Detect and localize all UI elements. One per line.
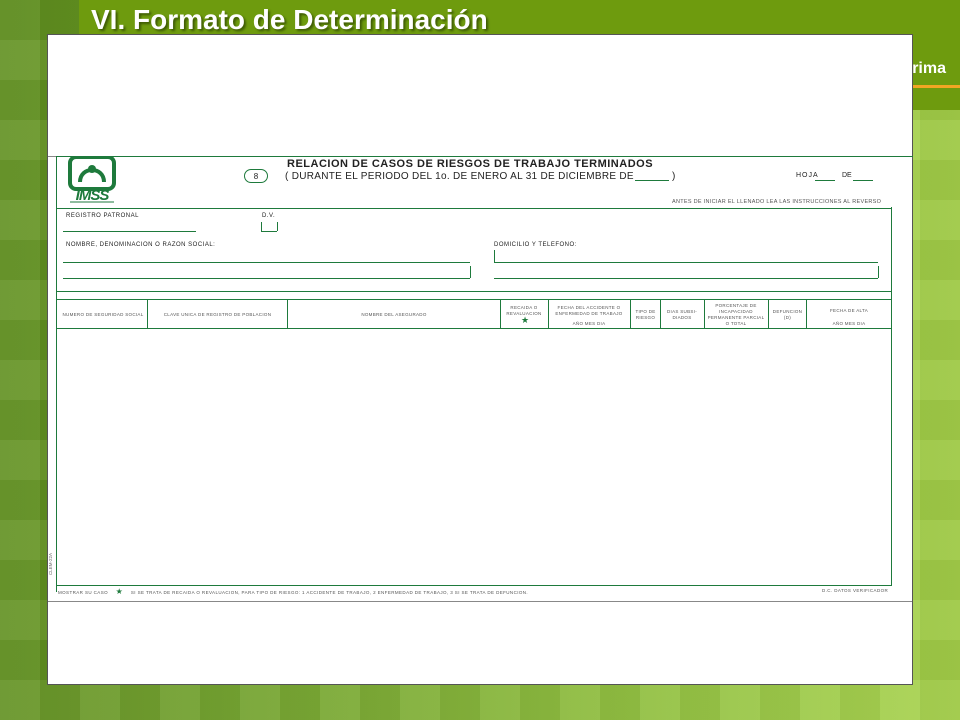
col-head-fecha-accidente: FECHA DEL ACCIDENTE O ENFERMEDAD DE TRAB… (555, 305, 623, 316)
dv-field-right (277, 222, 278, 231)
nombre-label: NOMBRE, DENOMINACION O RAZON SOCIAL: (66, 242, 216, 248)
form-title: RELACION DE CASOS DE RIESGOS DE TRABAJO … (287, 158, 654, 170)
domicilio-field-2[interactable] (494, 278, 878, 279)
col-divider-9 (806, 299, 807, 328)
logo-text: IMSS (75, 187, 110, 204)
dv-label: D.V. (262, 213, 276, 219)
col-head-porcentaje: PORCENTAJE DE INCAPACIDAD PERMANENTE PAR… (707, 303, 765, 326)
col-divider-3 (500, 299, 501, 328)
col-head-dias: DIAS SUBSI-DIADOS (666, 309, 698, 320)
nombre-field-2[interactable] (63, 278, 470, 279)
form-header-line (56, 208, 892, 209)
side-code: CLEM-22A (48, 552, 53, 575)
col-head-defuncion: DEFUNCION (D) (772, 309, 803, 320)
col-divider-1 (147, 299, 148, 328)
table-top-line (56, 299, 892, 300)
table-header-bottom (56, 328, 892, 329)
frame-divider-bottom (48, 601, 912, 602)
col-head-curp: CLAVE UNICA DE REGISTRO DE POBLACION (163, 312, 272, 317)
domicilio-field-edge-l (494, 250, 495, 262)
domicilio-field-edge-r (878, 266, 879, 278)
instructions-note: ANTES DE INICIAR EL LLENADO LEA LAS INST… (672, 199, 882, 205)
col-divider-4 (548, 299, 549, 328)
col-divider-6 (660, 299, 661, 328)
recaida-star-icon: ★ (521, 315, 530, 325)
domicilio-field-1[interactable] (494, 262, 878, 263)
col-head-nombre: NOMBRE DEL ASEGURADO (361, 312, 427, 317)
domicilio-label: DOMICILIO Y TELEFONO: (494, 242, 577, 248)
nombre-field-edge (470, 266, 471, 278)
form-right-border (891, 207, 892, 586)
form-top-line (56, 156, 913, 157)
col-sub-fecha-alta: AÑO MES DIA (832, 321, 866, 326)
hoja-label: HOJA (796, 172, 819, 179)
form-info-line (56, 291, 892, 292)
footer-note: MOSTRAR SU CASO ★ SI SE TRATA DE RECAIDA… (58, 587, 528, 596)
de-field[interactable] (853, 180, 873, 181)
col-divider-5 (630, 299, 631, 328)
year-blank[interactable] (635, 180, 669, 181)
footer-instructions: SI SE TRATA DE RECAIDA O REVALUACION, PA… (130, 590, 529, 595)
col-divider-2 (287, 299, 288, 328)
col-head-fecha-alta: FECHA DE ALTA (830, 308, 868, 313)
nombre-field-1[interactable] (63, 262, 470, 263)
registro-patronal-label: REGISTRO PATRONAL (66, 213, 139, 219)
dv-field[interactable] (261, 231, 277, 232)
form-subtitle: ( DURANTE EL PERIODO DEL 1o. DE ENERO AL… (285, 171, 634, 182)
form-left-border (56, 156, 57, 592)
closing-paren: ) (672, 171, 676, 182)
footer-right-label: D.C. DATOS VERIFICADOR (822, 588, 889, 593)
col-head-tipo-riesgo: TIPO DE RIESGO (635, 309, 656, 320)
dv-field-left (261, 222, 262, 231)
de-label: DE (842, 172, 852, 179)
form-number-badge: 8 (244, 169, 268, 183)
hoja-field[interactable] (815, 180, 835, 181)
table-bottom-line (56, 585, 892, 586)
col-divider-7 (704, 299, 705, 328)
registro-patronal-field[interactable] (63, 231, 196, 232)
footer-star-icon: ★ (115, 587, 124, 596)
col-divider-8 (768, 299, 769, 328)
col-sub-fecha-accidente: AÑO MES DIA (572, 321, 606, 326)
footer-left-label: MOSTRAR SU CASO (58, 590, 109, 595)
slide-title: VI. Formato de Determinación (91, 4, 488, 35)
col-head-nss: NUMERO DE SEGURIDAD SOCIAL (62, 312, 144, 317)
